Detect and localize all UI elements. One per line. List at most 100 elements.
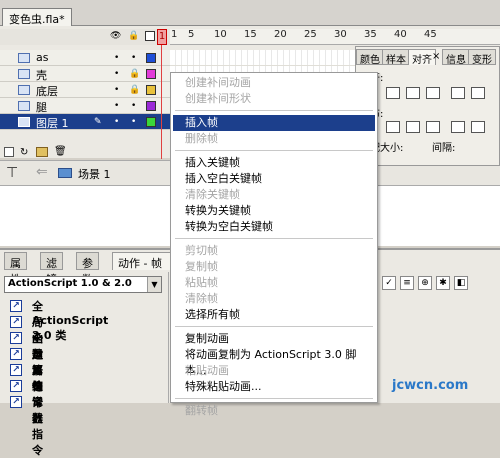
align-center-icon[interactable] (406, 87, 420, 99)
layer-name: 腿 (36, 101, 47, 114)
menu-item[interactable]: 选择所有帧 (185, 307, 240, 323)
layer-icon (18, 53, 30, 63)
document-tabbar: 变色虫.fla* (0, 0, 500, 26)
menu-separator (175, 326, 373, 327)
layer-color-swatch[interactable] (146, 85, 156, 95)
distribute-top-icon[interactable] (386, 121, 400, 133)
menu-item: 翻转帧 (185, 404, 218, 417)
context-menu: 创建补间动画 创建补间形状 插入帧 删除帧 插入关键帧 插入空白关键帧 清除关键帧 转换为关键… (170, 72, 378, 417)
menu-item[interactable]: 特殊粘贴动画... (185, 379, 262, 395)
menu-item: 删除帧 (185, 132, 218, 145)
visibility-dot[interactable]: • (114, 117, 119, 127)
actionscript-version-select[interactable]: ActionScript 1.0 & 2.0 ▼ (4, 276, 162, 293)
menu-item[interactable]: 复制动画 (185, 331, 229, 347)
distribute-left-icon[interactable] (451, 121, 465, 133)
frame-ruler[interactable]: 1 5 10 15 20 25 30 35 40 45 (170, 29, 500, 45)
layer-row[interactable]: 腿 • • (0, 98, 170, 114)
menu-item[interactable]: 插入帧 (185, 115, 218, 131)
tab-info[interactable]: 信息 (442, 49, 470, 66)
playhead[interactable]: 1 (157, 29, 167, 159)
distribute-center-icon[interactable] (406, 121, 420, 133)
layer-icon (18, 85, 30, 95)
outline-icon[interactable] (145, 31, 155, 41)
align-panel-tabs: 颜色 样本 对齐 × 信息 变形 (356, 49, 500, 66)
tab-properties[interactable]: 属性 (4, 252, 27, 286)
layer-row[interactable]: 底层 • 🔒 (0, 82, 170, 98)
close-icon[interactable]: × (432, 51, 440, 62)
layer-color-swatch[interactable] (146, 53, 156, 63)
new-layer-icon[interactable] (4, 147, 14, 157)
layer-row[interactable]: 壳 • 🔒 (0, 66, 170, 82)
layer-row-selected[interactable]: 图层 1 ✎ • • (0, 114, 170, 130)
align-left-icon[interactable] (386, 87, 400, 99)
ruler-label: 25 (304, 29, 317, 40)
align-bottom-icon[interactable] (471, 87, 485, 99)
scene-icon (58, 168, 72, 178)
menu-item: 清除关键帧 (185, 188, 240, 201)
timeline-toggle-icon[interactable]: ⊤ (6, 165, 18, 181)
book-icon: ↗ (10, 380, 22, 392)
format-icon[interactable]: ≡ (400, 276, 414, 290)
distribute-right-icon[interactable] (471, 121, 485, 133)
distribute-bottom-icon[interactable] (426, 121, 440, 133)
folder-icon[interactable] (36, 147, 48, 157)
motion-guide-icon[interactable]: ↻ (20, 147, 28, 158)
eye-icon[interactable]: 👁 (110, 31, 121, 41)
menu-item[interactable]: 将动画复制为 ActionScript 3.0 脚本... (185, 347, 377, 377)
tab-actions[interactable]: 动作 - 帧 (112, 252, 172, 270)
tab-color[interactable]: 颜色 (356, 49, 384, 66)
menu-item[interactable]: 插入关键帧 (185, 155, 240, 171)
menu-item: 清除帧 (185, 292, 218, 305)
watermark: jcwcn.com (392, 378, 469, 393)
layer-name: as (36, 51, 49, 64)
tab-swatches[interactable]: 样本 (382, 49, 410, 66)
menu-item: 粘贴动画 (185, 364, 229, 377)
visibility-dot[interactable]: • (114, 101, 119, 111)
frames-row[interactable] (170, 50, 360, 66)
ruler-label: 1 (171, 29, 178, 40)
menu-item[interactable]: 转换为关键帧 (185, 203, 251, 219)
ruler-label: 40 (394, 29, 407, 40)
code-hint-icon[interactable]: ⊕ (418, 276, 432, 290)
lock-dot[interactable]: • (131, 101, 136, 111)
layer-color-swatch[interactable] (146, 69, 156, 79)
trash-icon[interactable]: 🗑 (54, 146, 67, 157)
book-icon: ↗ (10, 348, 22, 360)
ruler-label: 15 (244, 29, 257, 40)
pencil-icon: ✎ (94, 117, 102, 127)
script-assist-icon[interactable]: ◧ (454, 276, 468, 290)
chevron-down-icon[interactable]: ▼ (147, 277, 161, 292)
lock-dot[interactable]: • (131, 117, 136, 127)
lock-icon[interactable]: 🔒 (128, 31, 139, 41)
tab-filters[interactable]: 滤镜 (40, 252, 63, 286)
document-tab[interactable]: 变色虫.fla* (2, 8, 72, 26)
visibility-dot[interactable]: • (114, 69, 119, 79)
tab-transform[interactable]: 变形 (468, 49, 496, 66)
menu-item[interactable]: 插入空白关键帧 (185, 171, 262, 187)
ruler-label: 20 (274, 29, 287, 40)
book-icon: ↗ (10, 364, 22, 376)
align-top-icon[interactable] (451, 87, 465, 99)
lock-icon[interactable]: 🔒 (129, 69, 140, 79)
back-arrow-icon[interactable]: ⇐ (36, 164, 48, 180)
visibility-dot[interactable]: • (114, 53, 119, 63)
divider (168, 272, 169, 403)
layer-icon (18, 101, 30, 111)
layer-row[interactable]: as • • (0, 50, 170, 66)
tab-parameters[interactable]: 参数 (76, 252, 99, 286)
ruler-label: 5 (188, 29, 195, 40)
lock-icon[interactable]: 🔒 (129, 85, 140, 95)
layer-color-swatch[interactable] (146, 117, 156, 127)
menu-separator (175, 110, 373, 111)
debug-icon[interactable]: ✱ (436, 276, 450, 290)
layer-color-swatch[interactable] (146, 101, 156, 111)
align-right-icon[interactable] (426, 87, 440, 99)
visibility-dot[interactable]: • (114, 85, 119, 95)
layer-icon (18, 69, 30, 79)
menu-item[interactable]: 转换为空白关键帧 (185, 219, 273, 235)
book-icon: ↗ (10, 316, 22, 328)
menu-separator (175, 238, 373, 239)
book-icon: ↗ (10, 300, 22, 312)
check-syntax-icon[interactable]: ✓ (382, 276, 396, 290)
lock-dot[interactable]: • (131, 53, 136, 63)
